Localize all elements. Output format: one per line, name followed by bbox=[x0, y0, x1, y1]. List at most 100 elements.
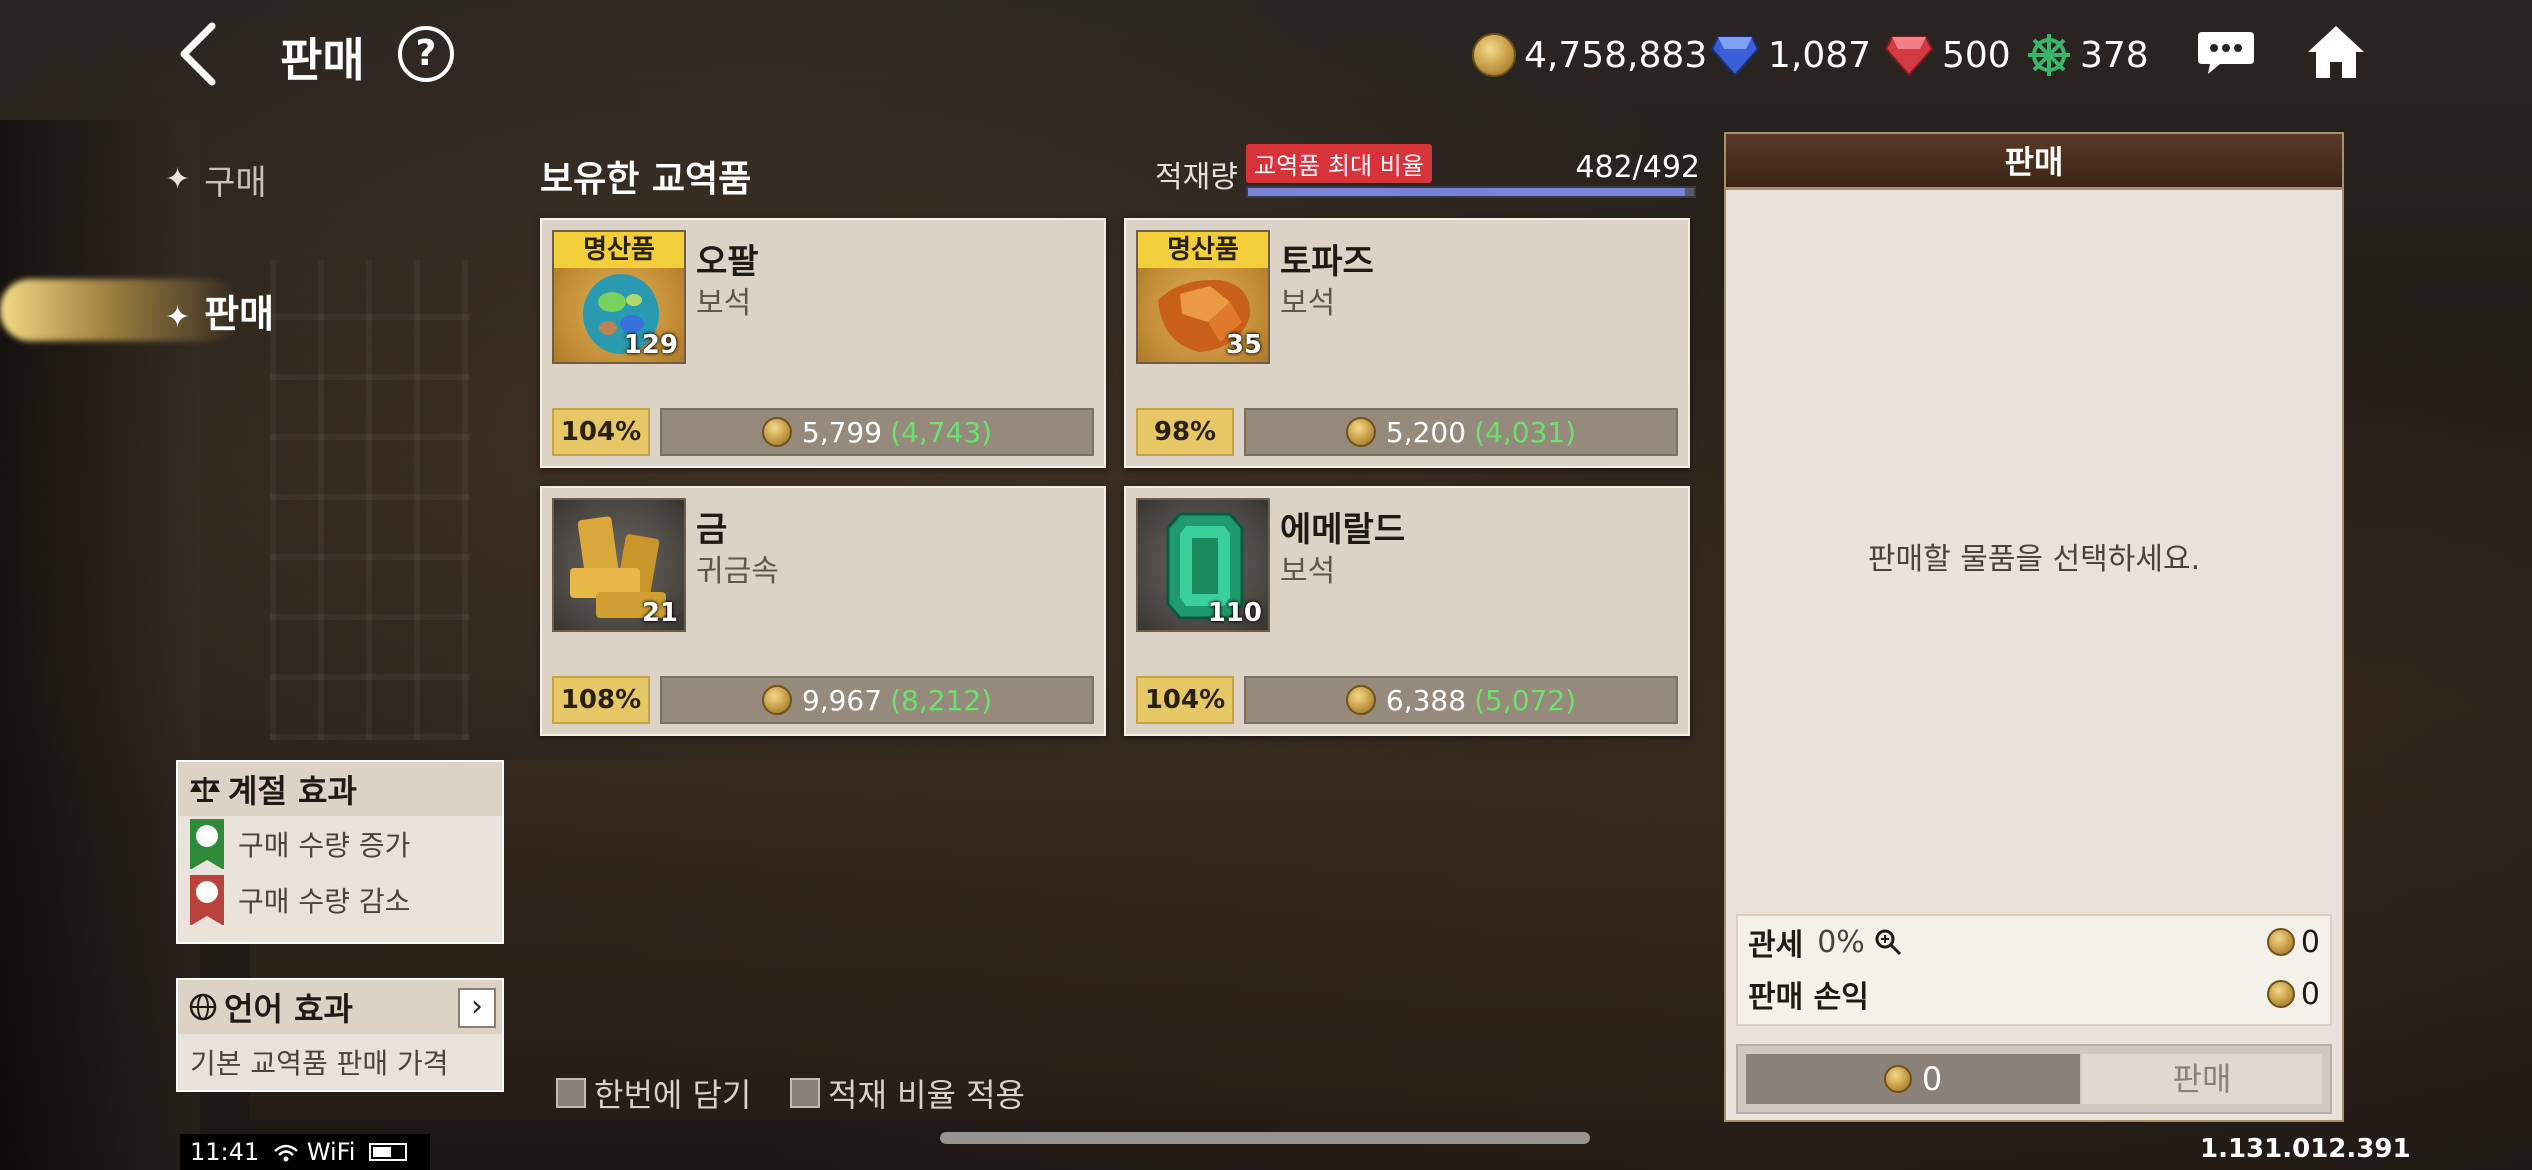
tax-amount-wrap: 0 bbox=[2266, 924, 2320, 960]
chat-bubble-icon bbox=[2198, 32, 2254, 74]
price-value: 9,967 bbox=[801, 683, 883, 717]
season-effect-panel: 계절 효과 구매 수량 증가 구매 수량 감소 bbox=[176, 760, 504, 944]
language-effect-desc: 기본 교역품 판매 가격 bbox=[190, 1047, 449, 1080]
item-quantity: 35 bbox=[1225, 330, 1262, 360]
profit-row: 판매 손익 0 bbox=[1738, 968, 2330, 1020]
section-title: 보유한 교역품 bbox=[540, 159, 752, 200]
original-price: (4,743) bbox=[890, 415, 993, 449]
currency-red-gem: 500 bbox=[1884, 30, 2011, 80]
blue-gem-icon bbox=[1710, 36, 1760, 77]
tab-sell-label: 판매 bbox=[204, 292, 275, 336]
price-value: 6,388 bbox=[1385, 683, 1467, 717]
season-decrease-label: 구매 수량 감소 bbox=[238, 885, 411, 918]
language-desc-row: 기본 교역품 판매 가격 bbox=[178, 1034, 502, 1090]
red-ribbon-icon bbox=[190, 875, 224, 926]
sell-button[interactable]: 판매 bbox=[2082, 1054, 2322, 1104]
wifi-status: WiFi bbox=[273, 1138, 355, 1166]
sparkle-icon: ✦ bbox=[165, 300, 191, 335]
gold-coin-icon bbox=[1472, 33, 1516, 77]
sell-panel: 판매 판매할 물품을 선택하세요. 관세 0% 0 판매 손익 0 0 판매 bbox=[1724, 132, 2344, 1122]
tab-buy-label: 구매 bbox=[204, 163, 267, 203]
ship-wheel-icon bbox=[2028, 34, 2070, 76]
red-gem-icon bbox=[1884, 36, 1934, 77]
tab-sell-label-wrap: ✦ 판매 bbox=[165, 283, 274, 338]
price-percent: 108% bbox=[552, 676, 650, 724]
item-quantity: 129 bbox=[623, 330, 678, 360]
checkbox-box[interactable] bbox=[790, 1078, 820, 1108]
original-price: (5,072) bbox=[1474, 683, 1577, 717]
sell-price: 6,388 (5,072) bbox=[1244, 676, 1678, 724]
gold-coin-icon bbox=[2266, 928, 2295, 956]
season-increase-row: 구매 수량 증가 bbox=[178, 816, 502, 872]
sell-panel-title: 판매 bbox=[1726, 134, 2342, 190]
tax-amount: 0 bbox=[2300, 924, 2320, 960]
battery-icon bbox=[369, 1143, 408, 1161]
magnifier-icon[interactable] bbox=[1873, 927, 1903, 957]
tab-buy[interactable]: ✦ 구매 bbox=[165, 155, 267, 204]
item-name: 토파즈 bbox=[1280, 242, 1374, 282]
specialty-badge: 명산품 bbox=[1138, 232, 1268, 268]
price-percent: 104% bbox=[1136, 676, 1234, 724]
sparkle-icon: ✦ bbox=[165, 162, 191, 197]
cargo-progress-bar bbox=[1246, 186, 1696, 198]
wifi-icon bbox=[274, 1144, 299, 1162]
sell-summary: 관세 0% 0 판매 손익 0 bbox=[1736, 914, 2332, 1026]
item-card-opal[interactable]: 명산품 129 오팔 보석 104% 5,799 (4,743) bbox=[540, 218, 1106, 468]
version-label: 1.131.012.391 bbox=[2200, 1134, 2411, 1164]
gold-coin-icon bbox=[761, 685, 792, 715]
item-thumbnail: 명산품 129 bbox=[552, 230, 686, 364]
tax-row: 관세 0% 0 bbox=[1738, 916, 2330, 968]
sell-price: 5,799 (4,743) bbox=[660, 408, 1094, 456]
status-bar: 11:41 WiFi bbox=[180, 1134, 430, 1170]
original-price: (4,031) bbox=[1474, 415, 1577, 449]
clock: 11:41 bbox=[190, 1138, 260, 1166]
home-button[interactable] bbox=[2306, 24, 2366, 80]
item-name: 에메랄드 bbox=[1280, 510, 1406, 550]
item-category: 보석 bbox=[1280, 554, 1336, 589]
gold-coin-icon bbox=[1345, 685, 1376, 715]
season-decrease-row: 구매 수량 감소 bbox=[178, 872, 502, 928]
sell-price: 5,200 (4,031) bbox=[1244, 408, 1678, 456]
item-card-emerald[interactable]: 110 에메랄드 보석 104% 6,388 (5,072) bbox=[1124, 486, 1690, 736]
currency-ship: 378 bbox=[2026, 30, 2149, 80]
item-card-topaz[interactable]: 명산품 35 토파즈 보석 98% 5,200 (4,031) bbox=[1124, 218, 1690, 468]
cargo-label: 적재량 bbox=[1155, 160, 1238, 195]
gold-amount: 4,758,883 bbox=[1524, 34, 1708, 76]
gold-coin-icon bbox=[1345, 417, 1376, 447]
apply-ratio-checkbox[interactable]: 적재 비율 적용 bbox=[790, 1070, 1025, 1116]
apply-ratio-label: 적재 비율 적용 bbox=[828, 1076, 1025, 1114]
tab-sell[interactable]: ✦ 판매 bbox=[0, 265, 420, 355]
item-quantity: 21 bbox=[641, 598, 678, 628]
sell-total: 0 bbox=[1746, 1054, 2080, 1104]
item-thumbnail: 21 bbox=[552, 498, 686, 632]
original-price: (8,212) bbox=[890, 683, 993, 717]
item-category: 보석 bbox=[696, 286, 752, 321]
season-increase-label: 구매 수량 증가 bbox=[238, 829, 411, 862]
green-ribbon-icon bbox=[190, 819, 224, 870]
chevron-right-icon[interactable]: › bbox=[458, 988, 496, 1028]
home-indicator[interactable] bbox=[940, 1132, 1590, 1144]
ship-amount: 378 bbox=[2080, 34, 2149, 76]
item-category: 보석 bbox=[1280, 286, 1336, 321]
season-effect-title: 계절 효과 bbox=[228, 772, 357, 810]
cargo-max-ratio-badge: 교역품 최대 비율 bbox=[1246, 144, 1432, 183]
item-card-gold[interactable]: 21 금 귀금속 108% 9,967 (8,212) bbox=[540, 486, 1106, 736]
gold-coin-icon bbox=[1883, 1065, 1912, 1093]
red-gem-amount: 500 bbox=[1942, 34, 2011, 76]
item-name: 오팔 bbox=[696, 242, 759, 282]
network-label: WiFi bbox=[306, 1138, 356, 1166]
language-effect-title: 언어 효과 bbox=[224, 990, 353, 1028]
season-effect-header: 계절 효과 bbox=[178, 762, 502, 816]
cargo-progress-fill bbox=[1248, 188, 1686, 196]
chat-button[interactable] bbox=[2196, 28, 2256, 78]
checkbox-box[interactable] bbox=[556, 1078, 586, 1108]
currency-blue-gem: 1,087 bbox=[1710, 30, 1871, 80]
language-effect-panel[interactable]: 언어 효과 › 기본 교역품 판매 가격 bbox=[176, 978, 504, 1092]
price-value: 5,200 bbox=[1385, 415, 1467, 449]
tax-label: 관세 bbox=[1748, 928, 1804, 963]
profit-label: 판매 손익 bbox=[1748, 980, 1869, 1015]
item-thumbnail: 명산품 35 bbox=[1136, 230, 1270, 364]
bulk-add-checkbox[interactable]: 한번에 담기 bbox=[556, 1070, 751, 1116]
currency-bar: 4,758,883 1,087 500 378 bbox=[0, 18, 2532, 88]
item-quantity: 110 bbox=[1207, 598, 1262, 628]
